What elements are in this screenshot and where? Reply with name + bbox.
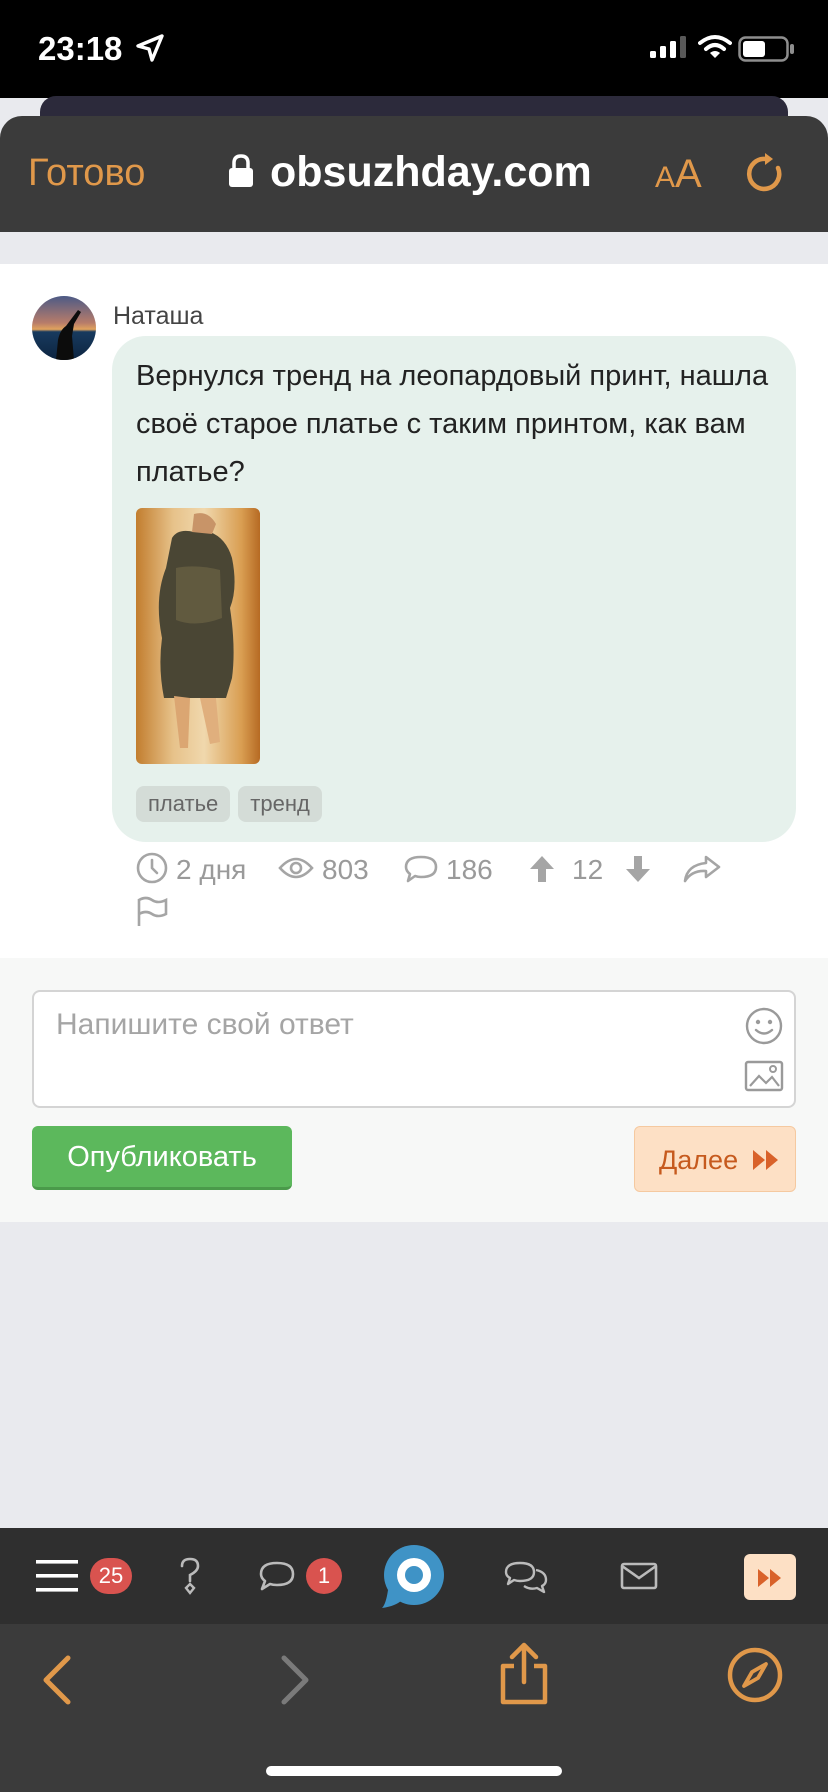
image-icon[interactable] bbox=[744, 1060, 784, 1092]
post-card: Наташа Вернулся тренд на леопардовый при… bbox=[0, 264, 828, 958]
fast-forward-icon bbox=[753, 1150, 778, 1170]
rating-value: 12 bbox=[572, 854, 604, 885]
flag-icon[interactable] bbox=[136, 896, 168, 928]
publish-button[interactable]: Опубликовать bbox=[32, 1126, 292, 1190]
comment-icon[interactable] bbox=[404, 854, 438, 884]
post-age: 2 дня bbox=[176, 854, 247, 885]
share-upload-icon[interactable] bbox=[498, 1642, 550, 1706]
compass-icon[interactable] bbox=[726, 1646, 784, 1704]
tag-item[interactable]: платье bbox=[136, 786, 231, 822]
location-arrow-icon bbox=[136, 34, 164, 62]
browser-header: Готово obsuzhday.com AA bbox=[0, 116, 828, 232]
discussions-icon[interactable] bbox=[504, 1560, 548, 1594]
comment-count: 186 bbox=[446, 854, 493, 885]
arrow-down-icon[interactable] bbox=[624, 854, 652, 884]
next-label: Далее bbox=[659, 1145, 739, 1175]
done-button[interactable]: Готово bbox=[28, 152, 145, 195]
back-icon[interactable] bbox=[40, 1654, 74, 1706]
tag-item[interactable]: тренд bbox=[238, 786, 322, 822]
clock-icon bbox=[136, 852, 168, 884]
post-photo[interactable] bbox=[136, 508, 260, 764]
question-icon[interactable] bbox=[176, 1556, 204, 1596]
fast-forward-icon bbox=[758, 1569, 781, 1587]
reply-section: Напишите свой ответ Опубликовать Далее bbox=[0, 958, 828, 1222]
post-meta: 2 дня 803 186 12 bbox=[136, 850, 736, 890]
next-unread-button[interactable] bbox=[744, 1554, 796, 1600]
forward-icon[interactable] bbox=[278, 1654, 312, 1706]
status-bar: 23:18 bbox=[0, 0, 828, 98]
reply-placeholder: Напишите свой ответ bbox=[56, 1008, 354, 1041]
text-size-large-label: A bbox=[675, 152, 702, 196]
post-bubble: Вернулся тренд на леопардовый принт, наш… bbox=[112, 336, 796, 842]
menu-badge: 25 bbox=[90, 1558, 132, 1594]
post-text: Вернулся тренд на леопардовый принт, наш… bbox=[136, 360, 769, 488]
lock-icon bbox=[229, 154, 253, 187]
signal-icon bbox=[650, 36, 686, 58]
home-indicator bbox=[266, 1766, 562, 1776]
battery-icon bbox=[738, 36, 794, 62]
author-name[interactable]: Наташа bbox=[113, 302, 203, 331]
reload-icon[interactable] bbox=[744, 152, 788, 196]
smile-icon[interactable] bbox=[744, 1006, 784, 1046]
browser-toolbar bbox=[0, 1624, 828, 1792]
mail-icon[interactable] bbox=[620, 1562, 658, 1590]
avatar[interactable] bbox=[32, 296, 96, 360]
text-size-button[interactable]: AA bbox=[655, 152, 702, 197]
eye-icon bbox=[278, 857, 314, 879]
wifi-icon bbox=[698, 35, 732, 58]
view-count: 803 bbox=[322, 854, 369, 885]
logo-icon[interactable] bbox=[380, 1542, 448, 1610]
tag-list: платье тренд bbox=[136, 786, 322, 822]
reply-input[interactable]: Напишите свой ответ bbox=[32, 990, 796, 1108]
site-bottom-nav: 25 1 bbox=[0, 1528, 828, 1624]
next-button[interactable]: Далее bbox=[634, 1126, 796, 1192]
messages-badge: 1 bbox=[306, 1558, 342, 1594]
menu-icon[interactable] bbox=[36, 1558, 78, 1594]
arrow-up-icon[interactable] bbox=[528, 854, 556, 884]
status-time: 23:18 bbox=[38, 30, 123, 67]
text-size-small-label: A bbox=[655, 161, 676, 194]
url-field[interactable]: obsuzhday.com bbox=[270, 148, 592, 197]
share-icon[interactable] bbox=[682, 854, 722, 884]
chat-icon[interactable] bbox=[258, 1560, 296, 1592]
